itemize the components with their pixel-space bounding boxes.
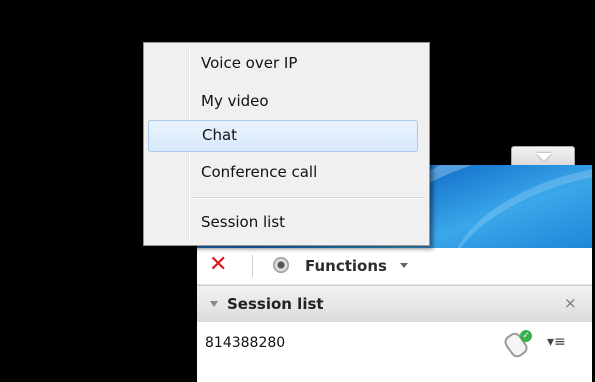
chevron-down-icon[interactable] [400,263,408,268]
chevron-down-icon [536,153,552,161]
menu-item-my-video[interactable]: My video [147,86,424,116]
session-list-title: Session list [227,295,324,313]
menu-item-session-list[interactable]: Session list [147,207,424,237]
context-menu: Voice over IP My video Chat Conference c… [143,42,430,246]
menu-item-label: My video [201,92,269,110]
row-menu-icon[interactable]: ▾≡ [547,334,566,350]
webcam-icon[interactable] [273,257,289,273]
functions-menu-button[interactable]: Functions [305,257,387,275]
menu-item-chat[interactable]: Chat [148,120,418,152]
list-item[interactable]: 814388280 ✓ ▾≡ [197,322,592,366]
menu-separator [192,197,424,199]
collapse-icon[interactable] [210,301,218,307]
menu-item-conference-call[interactable]: Conference call [147,157,424,187]
session-list-close-icon[interactable]: × [564,294,577,312]
toolbar: ✕ Functions [197,248,592,285]
check-icon: ✓ [520,330,532,342]
toolbar-separator [252,255,253,277]
menu-item-label: Chat [202,126,238,144]
menu-item-voice-over-ip[interactable]: Voice over IP [147,48,424,78]
session-id: 814388280 [205,335,286,351]
session-list-header[interactable]: Session list × [197,285,592,323]
menu-item-label: Session list [201,213,286,231]
menu-item-label: Conference call [201,163,318,181]
menu-item-label: Voice over IP [201,54,298,72]
close-icon[interactable]: ✕ [209,254,227,276]
